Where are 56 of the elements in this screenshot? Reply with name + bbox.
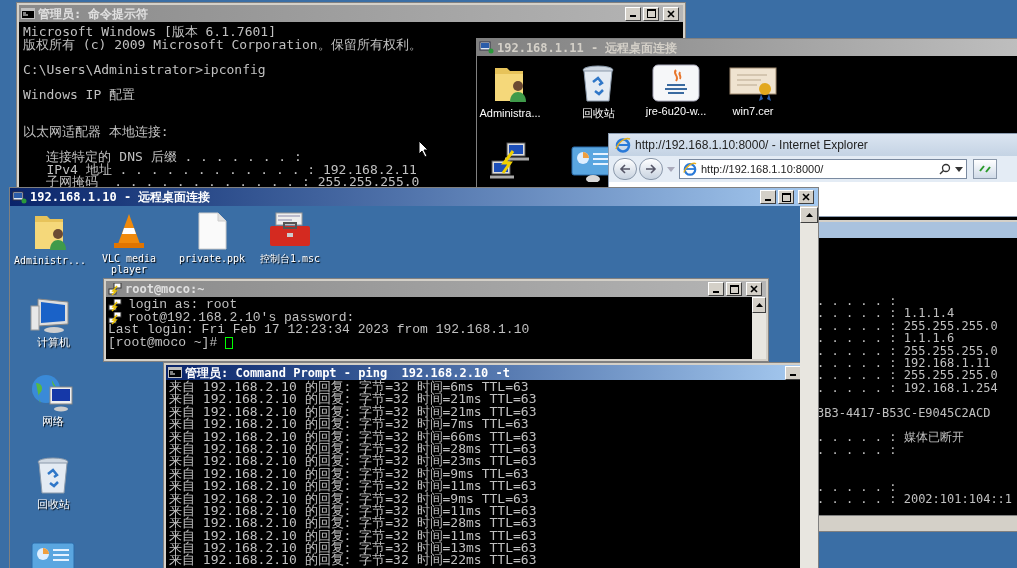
- console-line: IPv4 地址 . . . . . . . . . . . . : 192.168.2.11: [45, 163, 417, 176]
- console-line: 3B3-4417-B53C-E9045C2ACD: [817, 406, 991, 419]
- console-line: . . . . . :: [817, 443, 897, 457]
- console-line: . . . . . : 255.255.255.0: [817, 319, 998, 333]
- window-title: 192.168.1.10 - 远程桌面连接: [30, 191, 211, 203]
- icon-label[interactable]: Administra...: [479, 107, 541, 119]
- console-line: . . . . . : 192.168.1.11: [817, 356, 991, 370]
- console-line: . . . . . : 255.255.255.0: [817, 369, 998, 382]
- console-line: 来自 192.168.2.10 的回复: 字节=32 时间=11ms TTL=63: [169, 504, 537, 518]
- console-line: . . . . . : 1.1.1.4: [817, 307, 955, 320]
- address-field[interactable]: http://192.168.1.10:8000/: [679, 159, 967, 179]
- terminal-line: [root@moco ~]#: [108, 337, 218, 350]
- window-title: root@moco:~: [125, 283, 205, 295]
- console-line: . . . . . :: [817, 480, 897, 494]
- icon-label[interactable]: 回收站: [36, 499, 70, 510]
- icon-label[interactable]: VLC media player: [96, 253, 162, 275]
- console-line: 来自 192.168.2.10 的回复: 字节=32 时间=21ms TTL=63: [169, 393, 537, 406]
- console-line: C:\Users\Administrator>ipconfig: [23, 63, 266, 76]
- console-line: 子网掩码 . . . . . . . . . . . . : 255.255.255.0: [45, 176, 420, 189]
- window-title: 管理员: Command Prompt - ping 192.168.2.10 -t: [185, 366, 510, 379]
- icon-label[interactable]: win7.cer: [732, 105, 774, 117]
- console-line: 来自 192.168.2.10 的回复: 字节=32 时间=9ms TTL=63: [169, 467, 529, 481]
- console-line: 来自 192.168.2.10 的回复: 字节=32 时间=9ms TTL=63: [169, 492, 529, 505]
- console-line: . . . . . : 255.255.255.0: [817, 344, 998, 357]
- console-line: Microsoft Windows [版本 6.1.7601]: [23, 26, 276, 39]
- console-line: 来自 192.168.2.10 的回复: 字节=32 时间=11ms TTL=63: [169, 480, 537, 493]
- window-title: 管理员: 命令提示符: [38, 7, 149, 20]
- console-line: . . . . . : 1.1.1.6: [817, 332, 955, 345]
- icon-label[interactable]: jre-6u20-w...: [645, 105, 707, 117]
- console-line: 来自 192.168.2.10 的回复: 字节=32 时间=28ms TTL=63: [169, 517, 537, 530]
- console-line: . . . . . :: [817, 295, 897, 308]
- console-line: 版权所有 (c) 2009 Microsoft Corporation。保留所有权利。: [23, 38, 422, 51]
- icon-label[interactable]: 计算机: [36, 337, 70, 348]
- console-line: 来自 192.168.2.10 的回复: 字节=32 时间=28ms TTL=63: [169, 442, 537, 456]
- console-line: 连接特定的 DNS 后缀 . . . . . . . :: [45, 151, 302, 164]
- console-line: Windows IP 配置: [23, 88, 136, 101]
- icon-label[interactable]: private.ppk: [178, 253, 246, 264]
- icon-label[interactable]: 控制台1.msc: [259, 253, 321, 264]
- window-title: http://192.168.1.10:8000/ - Internet Explorer: [635, 137, 868, 154]
- window-title: 192.168.1.11 - 远程桌面连接: [497, 41, 678, 54]
- console-line: 来自 192.168.2.10 的回复: 字节=32 时间=22ms TTL=63: [169, 554, 537, 567]
- console-line: 来自 192.168.2.10 的回复: 字节=32 时间=23ms TTL=63: [169, 455, 537, 468]
- console-line: . . . . . : 2002:101:104::1: [817, 493, 1013, 506]
- console-line: . . . . . : 192.168.1.254: [817, 381, 998, 395]
- console-line: . . . . . : 媒体已断开: [817, 431, 964, 444]
- terminal-line: login as: root: [128, 299, 238, 312]
- console-line: 来自 192.168.2.10 的回复: 字节=32 时间=13ms TTL=63: [169, 542, 537, 555]
- console-line: 来自 192.168.2.10 的回复: 字节=32 时间=7ms TTL=63: [169, 418, 529, 431]
- console-line: 以太网适配器 本地连接:: [23, 126, 169, 139]
- icon-label[interactable]: 回收站: [581, 107, 615, 119]
- icon-label[interactable]: 网络: [42, 416, 64, 427]
- terminal-line: root@192.168.2.10's password:: [128, 311, 355, 325]
- console-line: 来自 192.168.2.10 的回复: 字节=32 时间=21ms TTL=63: [169, 405, 537, 419]
- console-line: 来自 192.168.2.10 的回复: 字节=32 时间=66ms TTL=63: [169, 430, 537, 443]
- console-line: 来自 192.168.2.10 的回复: 字节=32 时间=11ms TTL=63: [169, 529, 537, 543]
- icon-label[interactable]: Administr...: [13, 255, 87, 266]
